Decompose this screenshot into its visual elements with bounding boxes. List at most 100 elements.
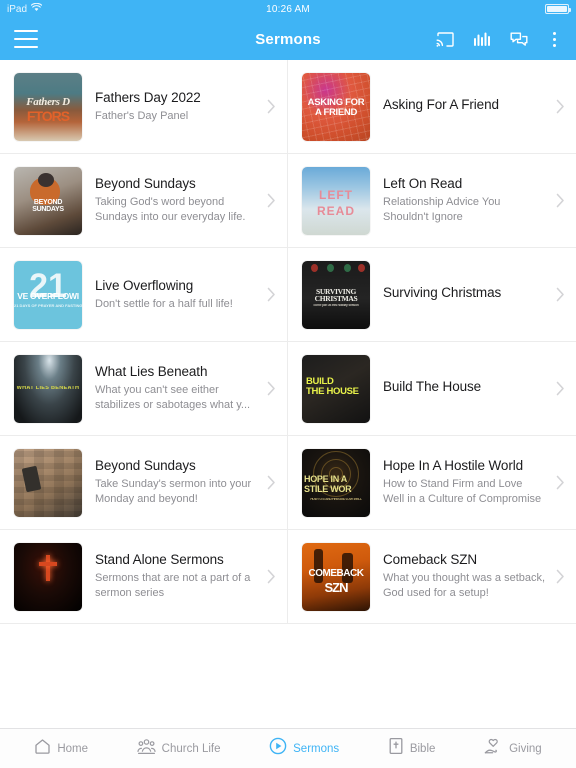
hand-heart-icon (484, 738, 503, 760)
sermon-title: Hope In A Hostile World (383, 458, 524, 474)
sermon-title: Fathers Day 2022 (95, 89, 201, 105)
sermon-artwork: BUILD THE HOUSE (302, 354, 370, 423)
sermon-artwork: SURVIVING CHRISTMAS come join us this ho… (302, 260, 370, 329)
list-item[interactable]: COMEBACK SZN Comeback SZN What you thoug… (288, 530, 576, 624)
tab-label: Church Life (161, 742, 221, 755)
main-content: Fathers D FTORS Fathers Day 2022 Father'… (0, 60, 576, 768)
list-item[interactable]: LEFT READ Left On Read Relationship Advi… (288, 154, 576, 248)
tab-label: Home (57, 742, 89, 755)
sermon-artwork: COMEBACK SZN (302, 542, 370, 611)
artwork-text: READ (316, 204, 355, 217)
sermon-artwork (14, 542, 82, 611)
artwork-text: BUILD (306, 376, 334, 387)
status-bar: iPad 10:26 AM (0, 0, 576, 18)
chat-bubbles-icon[interactable] (509, 29, 529, 49)
sermon-artwork: BEYOND SUNDAYS (14, 166, 82, 235)
sermon-artwork: HOPE IN A STILE WOR HOW TO STAND FIRM AN… (302, 448, 370, 517)
sermon-subtitle: Relationship Advice You Shouldn't Ignore (383, 196, 501, 223)
battery-full-icon (545, 4, 571, 14)
sermon-title: Stand Alone Sermons (95, 552, 224, 568)
tab-sermons[interactable]: Sermons (269, 737, 339, 760)
cast-icon[interactable] (435, 29, 455, 49)
list-item-text: Hope In A Hostile World How to Stand Fir… (370, 458, 552, 506)
overflow-menu-icon[interactable] (546, 31, 562, 47)
chevron-right-icon (552, 569, 568, 584)
list-item[interactable]: 21 VE OVERFLOWI 21 DAYS OF PRAYER AND FA… (0, 248, 288, 342)
sermon-title: Beyond Sundays (95, 458, 196, 474)
sermon-title: Asking For A Friend (383, 97, 499, 113)
artwork-text: THE HOUSE (306, 386, 359, 397)
list-item[interactable]: BUILD THE HOUSE Build The House (288, 342, 576, 436)
chevron-right-icon (263, 193, 279, 208)
people-group-icon (137, 738, 156, 760)
list-item[interactable]: Stand Alone Sermons Sermons that are not… (0, 530, 288, 624)
status-right (545, 4, 571, 14)
sermon-subtitle: Father's Day Panel (95, 109, 189, 122)
tab-giving[interactable]: Giving (484, 738, 542, 760)
chevron-right-icon (263, 569, 279, 584)
play-circle-icon (269, 737, 287, 760)
tab-bible[interactable]: Bible (388, 737, 436, 760)
bottom-tab-bar: Home Church Life Sermons Bible Giving (0, 728, 576, 768)
home-icon (34, 738, 51, 760)
list-item-text: Live Overflowing Don't settle for a half… (82, 278, 263, 312)
list-item-text: Beyond Sundays Taking God's word beyond … (82, 176, 263, 224)
sermon-artwork (14, 448, 82, 517)
audio-bars-icon[interactable] (472, 29, 492, 49)
list-item-text: Stand Alone Sermons Sermons that are not… (82, 552, 263, 600)
sermon-subtitle: What you thought was a setback, God used… (383, 572, 546, 599)
list-item-text: Fathers Day 2022 Father's Day Panel (82, 90, 263, 124)
bible-book-icon (388, 737, 404, 760)
list-item[interactable]: Fathers D FTORS Fathers Day 2022 Father'… (0, 60, 288, 154)
list-item[interactable]: SURVIVING CHRISTMAS come join us this ho… (288, 248, 576, 342)
list-item-text: Left On Read Relationship Advice You Sho… (370, 176, 552, 224)
sermon-artwork: LEFT READ (302, 166, 370, 235)
artwork-text: VE OVERFLOWI (17, 291, 79, 301)
sermon-artwork: Fathers D FTORS (14, 72, 82, 141)
artwork-text: LEFT (319, 188, 353, 201)
artwork-text: CHRISTMAS (314, 294, 358, 303)
list-item[interactable]: BEYOND SUNDAYS Beyond Sundays Taking God… (0, 154, 288, 248)
tab-home[interactable]: Home (34, 738, 88, 760)
tab-label: Bible (409, 742, 436, 755)
list-item-text: Comeback SZN What you thought was a setb… (370, 552, 552, 600)
artwork-text: A FRIEND (314, 107, 358, 118)
sermon-artwork: ASKING FOR A FRIEND (302, 72, 370, 141)
artwork-text: COMEBACK (308, 568, 364, 579)
sermon-subtitle: How to Stand Firm and Love Well in a Cul… (383, 478, 542, 505)
artwork-text: ASKING FOR (307, 97, 365, 108)
sermon-title: Live Overflowing (95, 277, 194, 293)
sermon-artwork: WHAT LIES BENEATH (14, 354, 82, 423)
artwork-text: Fathers D (26, 96, 70, 108)
list-item[interactable]: WHAT LIES BENEATH What Lies Beneath What… (0, 342, 288, 436)
chevron-right-icon (552, 381, 568, 396)
artwork-text: SUNDAYS (32, 205, 64, 213)
list-item[interactable]: ASKING FOR A FRIEND Asking For A Friend (288, 60, 576, 154)
artwork-text: FTORS (26, 108, 70, 123)
chevron-right-icon (263, 381, 279, 396)
chevron-right-icon (263, 287, 279, 302)
list-item[interactable]: Beyond Sundays Take Sunday's sermon into… (0, 436, 288, 530)
hamburger-menu-icon[interactable] (14, 30, 38, 48)
header-actions (435, 29, 562, 49)
list-item-text: Surviving Christmas (370, 285, 552, 304)
chevron-right-icon (552, 193, 568, 208)
tab-church-life[interactable]: Church Life (137, 738, 221, 760)
artwork-text: SZN (324, 580, 349, 594)
artwork-text: STILE WOR (304, 484, 352, 494)
chevron-right-icon (552, 475, 568, 490)
tab-label: Giving (509, 742, 542, 755)
artwork-text: come join us this holiday season (313, 303, 359, 307)
sermon-title: Beyond Sundays (95, 176, 196, 192)
list-item-text: Asking For A Friend (370, 97, 552, 116)
list-item[interactable]: HOPE IN A STILE WOR HOW TO STAND FIRM AN… (288, 436, 576, 530)
sermon-subtitle: What you can't see either stabilizes or … (95, 384, 251, 411)
artwork-text: HOPE IN A (304, 474, 347, 484)
list-item-text: Beyond Sundays Take Sunday's sermon into… (82, 458, 263, 506)
artwork-text: 21 DAYS OF PRAYER AND FASTING (14, 303, 82, 308)
empty-area (0, 624, 576, 728)
status-time: 10:26 AM (266, 3, 310, 15)
sermon-series-grid: Fathers D FTORS Fathers Day 2022 Father'… (0, 60, 576, 624)
sermon-title: What Lies Beneath (95, 364, 208, 380)
chevron-right-icon (552, 99, 568, 114)
